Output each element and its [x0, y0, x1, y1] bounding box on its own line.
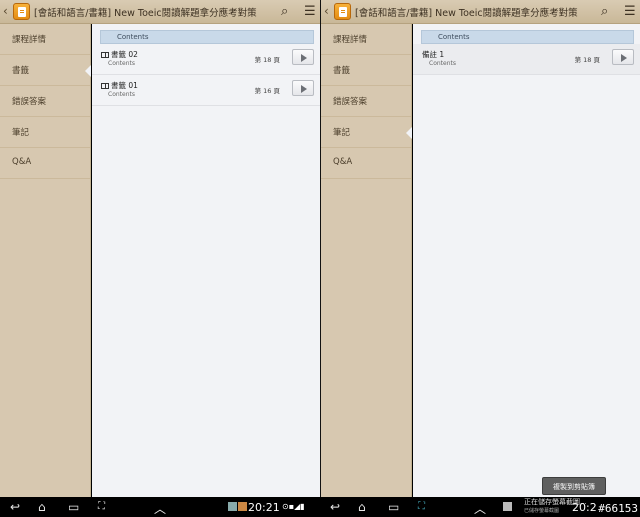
screenshot-saved-text: 已儲存螢幕截圖 [524, 508, 560, 514]
sidebar-item-label: 書籤 [333, 66, 351, 76]
watermark: #66153 [598, 502, 638, 515]
play-icon[interactable] [612, 49, 634, 65]
app-logo-icon[interactable] [13, 3, 30, 20]
play-icon[interactable] [292, 49, 314, 65]
list-item-page: 第 18 頁 [574, 56, 600, 64]
home-icon[interactable]: ⌂ [358, 500, 366, 514]
back-icon[interactable]: ↩ [330, 500, 340, 514]
chevron-up-icon[interactable]: ︿ [474, 500, 486, 517]
recent-apps-icon[interactable]: ▭ [388, 500, 399, 514]
sidebar-item-wrong-answers[interactable]: 錯誤答案 [0, 86, 90, 117]
sidebar-item-label: 筆記 [333, 128, 351, 138]
list-item-page: 第 16 頁 [254, 87, 280, 95]
clock: 20:21 [248, 501, 280, 514]
sidebar-item-label: 錯誤答案 [333, 97, 368, 107]
system-nav-bar: ↩ ⌂ ▭ ⛶ ︿ 20:21 ⊙▪◢▮ ↩ ⌂ ▭ ⛶ ︿ 正在儲存螢幕截圖.… [0, 497, 640, 517]
sidebar-item-wrong-answers[interactable]: 錯誤答案 [321, 86, 411, 117]
sidebar-item-bookmarks[interactable]: 書籤 [321, 55, 411, 86]
sidebar-item-label: 筆記 [12, 128, 30, 138]
gallery-icon [228, 502, 237, 511]
book-icon [101, 52, 109, 58]
app-title: [會話和語言/書籍] New Toeic閱讀解題拿分應考對策 [355, 8, 578, 19]
search-icon[interactable]: ⌕ [281, 4, 288, 19]
list-item[interactable]: 書籤 01 Contents 第 16 頁 [92, 75, 320, 106]
menu-icon[interactable]: ☰ [624, 4, 636, 19]
list-item[interactable]: 書籤 02 Contents 第 18 頁 [92, 44, 320, 75]
contents-header: Contents [421, 30, 634, 44]
play-icon[interactable] [292, 80, 314, 96]
left-panel: ‹ [會話和語言/書籍] New Toeic閱讀解題拿分應考對策 ⌕ ☰ 課程詳… [0, 0, 320, 497]
contents-header: Contents [100, 30, 314, 44]
sidebar: 課程詳情 書籤 錯誤答案 筆記 Q&A [321, 24, 412, 497]
sidebar-item-qa[interactable]: Q&A [0, 148, 90, 179]
notes-list: Contents 備註 1 Contents 第 18 頁 複製到剪貼簿 [413, 24, 640, 497]
gallery-icon [503, 502, 512, 511]
list-item-subtitle: Contents [429, 60, 456, 67]
sidebar-item-label: Q&A [333, 157, 353, 167]
back-arrow-icon[interactable]: ‹ [3, 4, 8, 18]
sidebar-item-label: 課程詳情 [333, 35, 368, 45]
sidebar: 課程詳情 書籤 錯誤答案 筆記 Q&A [0, 24, 91, 497]
right-panel: ‹ [會話和語言/書籍] New Toeic閱讀解題拿分應考對策 ⌕ ☰ 課程詳… [321, 0, 640, 497]
status-icons: ⊙▪◢▮ [282, 502, 305, 511]
app-title: [會話和語言/書籍] New Toeic閱讀解題拿分應考對策 [34, 8, 257, 19]
list-item-title: 備註 1 [422, 50, 445, 59]
clipboard-toast: 複製到剪貼簿 [542, 477, 606, 495]
book-icon [101, 83, 109, 89]
list-item-title: 書籤 01 [111, 81, 138, 90]
sidebar-item-qa[interactable]: Q&A [321, 148, 411, 179]
list-item[interactable]: 備註 1 Contents 第 18 頁 [413, 44, 640, 75]
sidebar-item-course-details[interactable]: 課程詳情 [0, 24, 90, 55]
screenshot-icon[interactable]: ⛶ [418, 501, 425, 512]
search-icon[interactable]: ⌕ [601, 4, 608, 19]
back-icon[interactable]: ↩ [10, 500, 20, 514]
sidebar-item-notes[interactable]: 筆記 [321, 117, 412, 148]
sidebar-item-label: Q&A [12, 157, 32, 167]
recent-apps-icon[interactable]: ▭ [68, 500, 79, 514]
top-bar: ‹ [會話和語言/書籍] New Toeic閱讀解題拿分應考對策 ⌕ ☰ [0, 0, 320, 24]
back-arrow-icon[interactable]: ‹ [324, 4, 329, 18]
menu-icon[interactable]: ☰ [304, 4, 316, 19]
sidebar-item-notes[interactable]: 筆記 [0, 117, 90, 148]
list-item-subtitle: Contents [108, 91, 135, 98]
sidebar-item-course-details[interactable]: 課程詳情 [321, 24, 411, 55]
clock: 20:2 [572, 501, 597, 514]
top-bar: ‹ [會話和語言/書籍] New Toeic閱讀解題拿分應考對策 ⌕ ☰ [321, 0, 640, 24]
sidebar-item-label: 書籤 [12, 66, 30, 76]
app-logo-icon[interactable] [334, 3, 351, 20]
list-item-subtitle: Contents [108, 60, 135, 67]
chevron-up-icon[interactable]: ︿ [154, 500, 166, 517]
bookmark-title: 書籤 02 [101, 49, 138, 60]
sidebar-item-bookmarks[interactable]: 書籤 [0, 55, 91, 86]
sidebar-item-label: 錯誤答案 [12, 97, 47, 107]
app-notification-icon [238, 502, 247, 511]
bookmark-list: Contents 書籤 02 Contents 第 18 頁 書籤 01 Con… [92, 24, 320, 497]
home-icon[interactable]: ⌂ [38, 500, 46, 514]
bookmark-title: 書籤 01 [101, 80, 138, 91]
list-item-page: 第 18 頁 [254, 56, 280, 64]
list-item-title: 書籤 02 [111, 50, 138, 59]
sidebar-item-label: 課程詳情 [12, 35, 47, 45]
screenshot-icon[interactable]: ⛶ [98, 501, 105, 512]
